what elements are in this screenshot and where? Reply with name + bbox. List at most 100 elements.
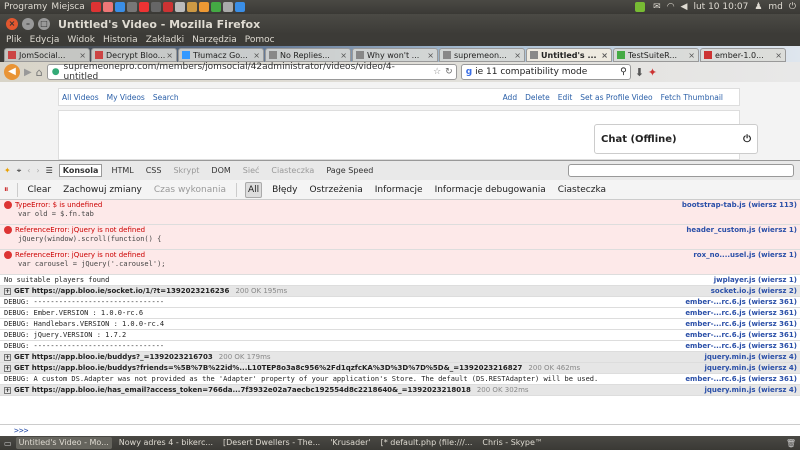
link-add[interactable]: Add bbox=[503, 93, 518, 102]
inspect-icon[interactable]: ⌖ bbox=[17, 166, 22, 176]
menu-bookmarks[interactable]: Zakładki bbox=[146, 35, 184, 45]
source-link[interactable]: ember-...rc.6.js (wiersz 361) bbox=[685, 309, 797, 318]
url-bar[interactable]: ● supremeonepro.com/members/jomsocial/42… bbox=[46, 62, 457, 82]
tab-close-icon[interactable]: × bbox=[601, 51, 608, 60]
source-link[interactable]: ember-...rc.6.js (wiersz 361) bbox=[685, 375, 797, 384]
tab-console[interactable]: Konsola bbox=[58, 164, 103, 177]
launcher-icon[interactable] bbox=[210, 2, 221, 12]
profile-button[interactable]: Czas wykonania bbox=[152, 183, 228, 197]
tab-page-speed[interactable]: Page Speed bbox=[323, 165, 376, 176]
browser-tab[interactable]: TestSuiteR... × bbox=[613, 48, 699, 62]
filter-debug-button[interactable]: Informacje debugowania bbox=[433, 183, 548, 197]
expand-icon[interactable]: + bbox=[4, 287, 11, 295]
forward-icon[interactable]: › bbox=[36, 166, 39, 175]
taskbar-item[interactable]: [* default.php (file:///... bbox=[378, 437, 476, 449]
update-icon[interactable] bbox=[635, 2, 646, 12]
source-link[interactable]: ember-...rc.6.js (wiersz 361) bbox=[685, 298, 797, 307]
console-command-line[interactable]: >>> bbox=[0, 424, 800, 436]
skype-icon[interactable] bbox=[114, 2, 125, 12]
link-my-videos[interactable]: My Videos bbox=[107, 93, 145, 102]
source-link[interactable]: socket.io.js (wiersz 2) bbox=[711, 287, 797, 296]
console-network-row[interactable]: + GET https://app.bloo.ie/socket.io/1/?t=… bbox=[0, 286, 800, 297]
console-error-row[interactable]: ReferenceError: jQuery is not defined va… bbox=[0, 250, 800, 275]
launcher-icon[interactable] bbox=[138, 2, 149, 12]
taskbar-item[interactable]: 'Krusader' bbox=[327, 437, 373, 449]
tab-close-icon[interactable]: × bbox=[253, 51, 260, 60]
search-icon[interactable]: ⚲ bbox=[620, 67, 627, 77]
pause-icon[interactable]: ⏸ bbox=[4, 185, 9, 195]
launcher-icon[interactable] bbox=[150, 2, 161, 12]
power-icon[interactable]: ⏻ bbox=[789, 2, 796, 12]
tab-close-icon[interactable]: × bbox=[427, 51, 434, 60]
back-icon[interactable]: ‹ bbox=[27, 166, 30, 175]
source-link[interactable]: ember-...rc.6.js (wiersz 361) bbox=[685, 331, 797, 340]
bookmark-star-icon[interactable]: ☆ bbox=[433, 67, 441, 77]
source-link[interactable]: jwplayer.js (wiersz 1) bbox=[714, 276, 797, 285]
link-set-profile-video[interactable]: Set as Profile Video bbox=[580, 93, 652, 102]
tab-close-icon[interactable]: × bbox=[775, 51, 782, 60]
taskbar-item-skype[interactable]: Chris - Skype™ bbox=[479, 437, 545, 449]
expand-icon[interactable]: + bbox=[4, 353, 11, 361]
taskbar-item[interactable]: Nowy adres 4 - bikerc... bbox=[116, 437, 216, 449]
console-error-row[interactable]: TypeError: $ is undefined var old = $.fn… bbox=[0, 200, 800, 225]
clear-button[interactable]: Clear bbox=[26, 183, 54, 197]
wifi-icon[interactable]: ◠ bbox=[667, 2, 675, 12]
tab-close-icon[interactable]: × bbox=[688, 51, 695, 60]
volume-icon[interactable]: ◀ bbox=[681, 2, 688, 12]
filter-info-button[interactable]: Informacje bbox=[373, 183, 425, 197]
browser-tab[interactable]: Why won't ... × bbox=[352, 48, 438, 62]
browser-tab[interactable]: Decrypt Bloo... × bbox=[91, 48, 177, 62]
source-link[interactable]: jquery.min.js (wiersz 4) bbox=[704, 386, 797, 395]
filter-errors-button[interactable]: Błędy bbox=[270, 183, 299, 197]
console-error-row[interactable]: ReferenceError: jQuery is not defined jQ… bbox=[0, 225, 800, 250]
launcher-icon[interactable] bbox=[126, 2, 137, 12]
firebug-search-input[interactable] bbox=[568, 164, 794, 177]
persist-button[interactable]: Zachowuj zmiany bbox=[61, 183, 144, 197]
launcher-icon[interactable] bbox=[162, 2, 173, 12]
launcher-icon[interactable] bbox=[174, 2, 185, 12]
browser-tab[interactable]: ember-1.0... × bbox=[700, 48, 786, 62]
google-icon[interactable]: g bbox=[466, 67, 472, 77]
filter-warnings-button[interactable]: Ostrzeżenia bbox=[307, 183, 364, 197]
site-identity-icon[interactable]: ● bbox=[52, 67, 60, 77]
forward-icon[interactable]: ▶ bbox=[24, 67, 32, 78]
close-window-icon[interactable]: × bbox=[6, 18, 18, 30]
console-network-row[interactable]: + GET https://app.bloo.ie/buddys?friends=… bbox=[0, 363, 800, 374]
link-all-videos[interactable]: All Videos bbox=[62, 93, 99, 102]
user-name[interactable]: md bbox=[768, 2, 782, 12]
browser-tab[interactable]: supremeon... × bbox=[439, 48, 525, 62]
source-link[interactable]: jquery.min.js (wiersz 4) bbox=[704, 364, 797, 373]
home-icon[interactable]: ⌂ bbox=[36, 66, 43, 79]
tab-net[interactable]: Sieć bbox=[240, 165, 263, 176]
source-link[interactable]: ember-...rc.6.js (wiersz 361) bbox=[685, 342, 797, 351]
browser-tab-active[interactable]: Untitled's ... × bbox=[526, 48, 612, 62]
back-icon[interactable]: ◀ bbox=[4, 64, 20, 80]
tab-css[interactable]: CSS bbox=[143, 165, 165, 176]
search-box[interactable]: g ie 11 compatibility mode ⚲ bbox=[460, 64, 631, 80]
launcher-icon[interactable] bbox=[222, 2, 233, 12]
filter-cookies-button[interactable]: Ciasteczka bbox=[556, 183, 608, 197]
taskbar-item[interactable]: [Desert Dwellers - The... bbox=[220, 437, 323, 449]
source-link[interactable]: header_custom.js (wiersz 1) bbox=[686, 226, 797, 235]
menu-tools[interactable]: Narzędzia bbox=[192, 35, 237, 45]
user-icon[interactable]: ♟ bbox=[754, 2, 762, 12]
source-link[interactable]: ember-...rc.6.js (wiersz 361) bbox=[685, 320, 797, 329]
filter-all-button[interactable]: All bbox=[244, 181, 263, 198]
launcher-icon[interactable] bbox=[186, 2, 197, 12]
link-edit[interactable]: Edit bbox=[558, 93, 573, 102]
reload-icon[interactable]: ↻ bbox=[445, 67, 453, 77]
mail-icon[interactable]: ✉ bbox=[653, 2, 661, 12]
source-link[interactable]: rox_no....usel.js (wiersz 1) bbox=[693, 251, 797, 260]
tab-dom[interactable]: DOM bbox=[208, 165, 233, 176]
browser-tab[interactable]: JomSocial... × bbox=[4, 48, 90, 62]
menu-view[interactable]: Widok bbox=[67, 35, 95, 45]
tab-close-icon[interactable]: × bbox=[166, 51, 173, 60]
console-network-row[interactable]: + GET https://app.bloo.ie/has_email?acces… bbox=[0, 385, 800, 396]
menu-help[interactable]: Pomoc bbox=[245, 35, 275, 45]
source-link[interactable]: jquery.min.js (wiersz 4) bbox=[704, 353, 797, 362]
clock[interactable]: lut 10 10:07 bbox=[693, 2, 748, 12]
source-link[interactable]: bootstrap-tab.js (wiersz 113) bbox=[682, 201, 797, 210]
firefox-icon[interactable] bbox=[198, 2, 209, 12]
list-icon[interactable]: ☰ bbox=[46, 166, 53, 175]
tab-close-icon[interactable]: × bbox=[340, 51, 347, 60]
